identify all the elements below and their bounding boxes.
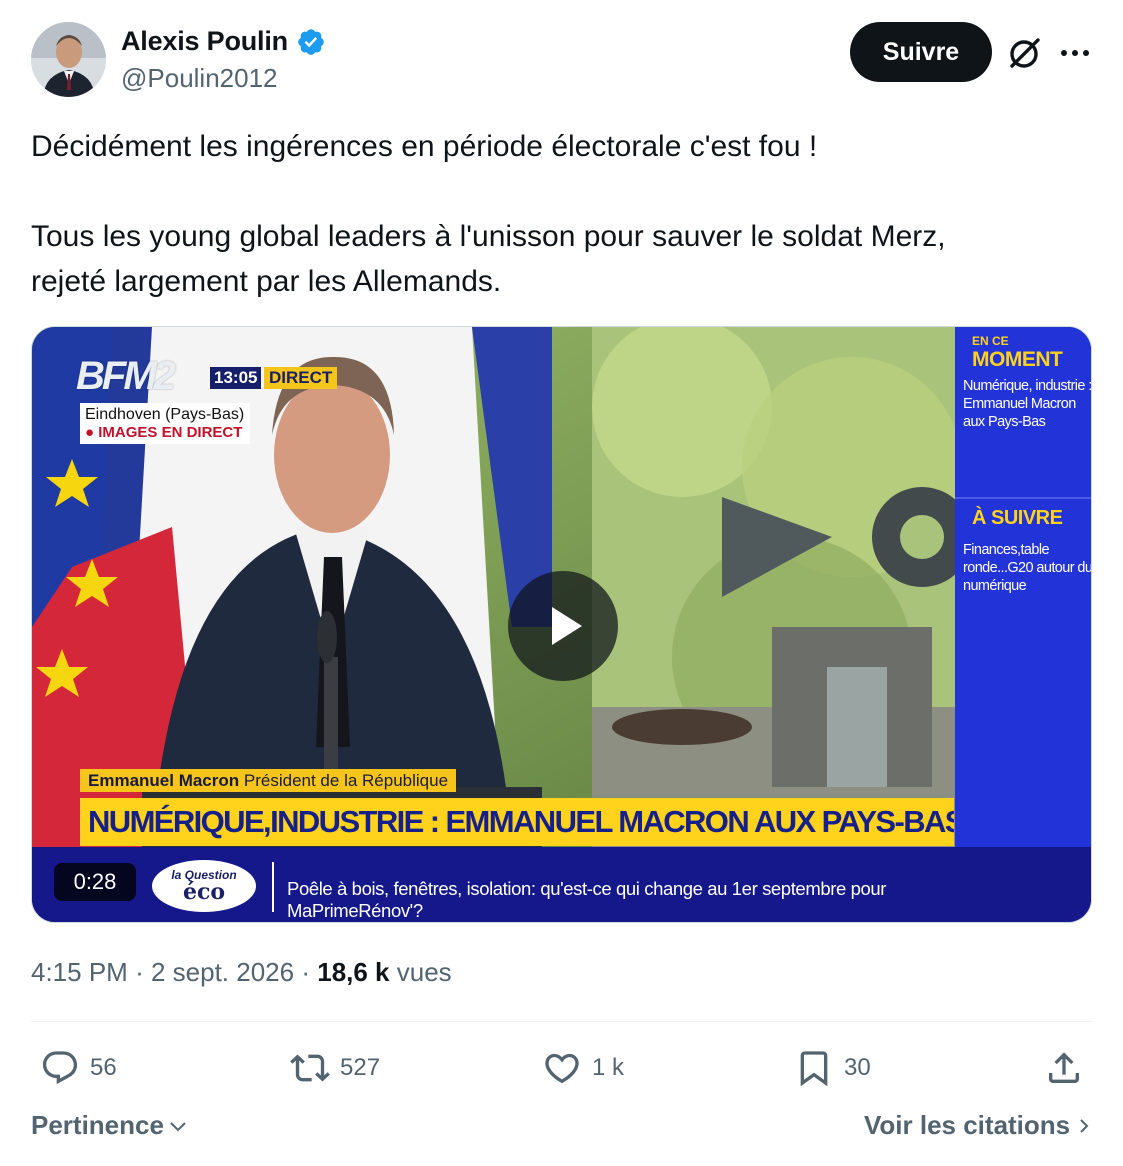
side-now-title: MOMENT	[972, 348, 1063, 371]
author-handle[interactable]: @Poulin2012	[121, 63, 278, 94]
divider	[31, 1021, 1093, 1022]
like-button[interactable]: 1 k	[542, 1048, 624, 1088]
follow-button[interactable]: Suivre	[850, 22, 992, 82]
meta-separator: ·	[135, 957, 144, 987]
chevron-down-icon	[170, 1121, 186, 1131]
play-button[interactable]	[508, 571, 618, 681]
location-box: Eindhoven (Pays-Bas) ● IMAGES EN DIRECT	[80, 403, 251, 444]
ticker-separator	[272, 862, 274, 912]
bookmark-icon	[800, 1051, 828, 1087]
tweet-line-3: rejeté largement par les Allemands.	[31, 265, 502, 298]
live-tag: DIRECT	[264, 367, 338, 389]
meta-separator-2: ·	[301, 957, 310, 987]
views-label: vues	[396, 957, 452, 987]
views-count: 18,6 k	[317, 957, 390, 987]
share-icon	[1049, 1052, 1079, 1083]
side-now-text: Numérique, industrie : Emmanuel Macron a…	[963, 378, 1092, 430]
tweet-meta: 4:15 PM · 2 sept. 2026 · 18,6 k vues	[31, 957, 452, 988]
view-quotes-link[interactable]: Voir les citations	[864, 1110, 1092, 1141]
program-logo: la Question éco	[152, 860, 256, 912]
speaker-role: Président de la République	[243, 771, 449, 790]
tweet-line-2: Tous les young global leaders à l'unisso…	[31, 220, 946, 253]
sort-label: Pertinence	[31, 1110, 164, 1140]
program-logo-big: éco	[182, 879, 226, 905]
quotes-label: Voir les citations	[864, 1110, 1071, 1140]
side-panel: EN CE MOMENT Numérique, industrie : Emma…	[955, 327, 1092, 847]
video-duration: 0:28	[54, 863, 136, 901]
side-next-text: Finances,table ronde...G20 autour du num…	[963, 542, 1092, 594]
location-label: Eindhoven (Pays-Bas)	[85, 406, 245, 423]
bookmark-count: 30	[844, 1054, 871, 1081]
side-divider	[955, 497, 1091, 499]
repost-count: 527	[340, 1054, 381, 1081]
repost-icon	[290, 1054, 330, 1082]
like-count: 1 k	[592, 1054, 625, 1081]
tweet-text: Décidément les ingérences en période éle…	[31, 124, 1091, 304]
speaker-name: Emmanuel Macron	[88, 771, 240, 790]
reply-icon	[42, 1051, 78, 1085]
share-button[interactable]	[1044, 1048, 1084, 1088]
play-icon	[552, 607, 582, 645]
tweet-date[interactable]: 2 sept. 2026	[151, 957, 294, 987]
avatar-image	[31, 22, 106, 97]
headline-banner: NUMÉRIQUE,INDUSTRIE : EMMANUEL MACRON AU…	[80, 798, 954, 846]
channel-logo: BFM2	[76, 354, 176, 398]
reply-button[interactable]: 56	[40, 1048, 117, 1088]
reply-count: 56	[90, 1054, 117, 1081]
repost-button[interactable]: 527	[290, 1048, 380, 1088]
more-options-icon[interactable]	[1058, 38, 1092, 68]
video-player[interactable]: BFM2 13:05 DIRECT Eindhoven (Pays-Bas) ●…	[31, 326, 1092, 923]
author-name[interactable]: Alexis Poulin	[121, 26, 288, 57]
tweet-time[interactable]: 4:15 PM	[31, 957, 128, 987]
speaker-caption: Emmanuel Macron Président de la Républiq…	[80, 769, 457, 792]
bookmark-button[interactable]: 30	[794, 1048, 871, 1088]
side-now-small: EN CE	[972, 334, 1009, 348]
verified-badge-icon	[298, 28, 324, 55]
side-next-title: À SUIVRE	[972, 507, 1063, 529]
ticker-text: Poêle à bois, fenêtres, isolation: qu'es…	[287, 878, 887, 920]
broadcast-clock: 13:05	[210, 367, 262, 389]
chevron-right-icon	[1080, 1118, 1089, 1133]
live-images-label: ● IMAGES EN DIRECT	[85, 424, 243, 441]
author-avatar[interactable]	[31, 22, 106, 97]
sort-dropdown[interactable]: Pertinence	[31, 1110, 188, 1141]
heart-icon	[545, 1053, 579, 1084]
tweet-line-1: Décidément les ingérences en période éle…	[31, 130, 818, 163]
grok-icon[interactable]	[1004, 33, 1044, 73]
